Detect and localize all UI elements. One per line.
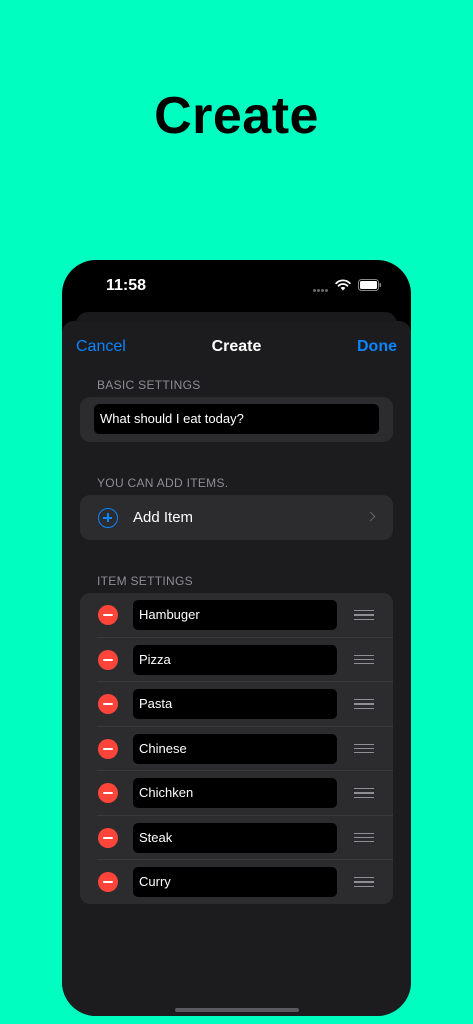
delete-item-button[interactable]: [98, 649, 118, 670]
drag-handle-icon[interactable]: [354, 788, 374, 798]
status-time: 11:58: [106, 277, 147, 294]
list-item: Chinese: [80, 727, 393, 772]
drag-handle-icon[interactable]: [354, 699, 374, 709]
battery-icon: [358, 279, 382, 291]
item-name-input[interactable]: Chinese: [133, 733, 337, 764]
chevron-right-icon: [365, 511, 376, 522]
create-sheet: Cancel Create Done BASIC SETTINGS What s…: [62, 321, 411, 1016]
signal-dots-icon: [313, 289, 329, 293]
delete-item-button[interactable]: [98, 694, 118, 714]
add-items-header: YOU CAN ADD ITEMS.: [97, 476, 229, 490]
phone-frame: 11:58 Cancel Create Done BASIC SETTINGS …: [62, 260, 411, 1016]
done-button[interactable]: Done: [357, 338, 397, 356]
delete-item-button[interactable]: [98, 872, 118, 892]
list-item: Hambuger: [80, 593, 393, 638]
item-settings-header: ITEM SETTINGS: [97, 574, 193, 588]
list-item: Pizza: [80, 638, 393, 683]
delete-item-button[interactable]: [98, 738, 118, 759]
add-item-label: Add Item: [133, 509, 194, 526]
item-name-input[interactable]: Pasta: [133, 689, 337, 719]
promo-headline: Create: [154, 87, 319, 145]
plus-circle-icon: [98, 508, 118, 528]
list-item: Chichken: [80, 771, 393, 816]
basic-settings-header: BASIC SETTINGS: [97, 378, 201, 392]
list-item: Pasta: [80, 682, 393, 727]
list-item: Steak: [80, 816, 393, 861]
delete-item-button[interactable]: [98, 783, 118, 803]
item-name-input[interactable]: Pizza: [133, 644, 337, 675]
basic-settings-group: What should I eat today?: [80, 397, 393, 442]
list-item: Curry: [80, 860, 393, 905]
add-item-group: Add Item: [80, 495, 393, 540]
drag-handle-icon[interactable]: [354, 654, 374, 665]
drag-handle-icon[interactable]: [354, 610, 374, 620]
drag-handle-icon[interactable]: [354, 743, 374, 754]
delete-item-button[interactable]: [98, 605, 118, 625]
item-name-input[interactable]: Chichken: [133, 778, 337, 808]
item-settings-group: Hambuger Pizza Pasta Chinese Chichken St…: [80, 593, 393, 904]
item-name-input[interactable]: Curry: [133, 867, 337, 897]
item-name-input[interactable]: Steak: [133, 822, 337, 853]
drag-handle-icon[interactable]: [354, 832, 374, 843]
wifi-icon: [335, 279, 351, 291]
item-name-input[interactable]: Hambuger: [133, 600, 337, 630]
home-indicator[interactable]: [175, 1008, 299, 1012]
title-input[interactable]: What should I eat today?: [94, 404, 379, 434]
delete-item-button[interactable]: [98, 827, 118, 848]
status-bar: 11:58: [62, 260, 411, 312]
drag-handle-icon[interactable]: [354, 877, 374, 887]
nav-bar: Cancel Create Done: [62, 321, 411, 371]
add-item-button[interactable]: Add Item: [80, 495, 393, 540]
